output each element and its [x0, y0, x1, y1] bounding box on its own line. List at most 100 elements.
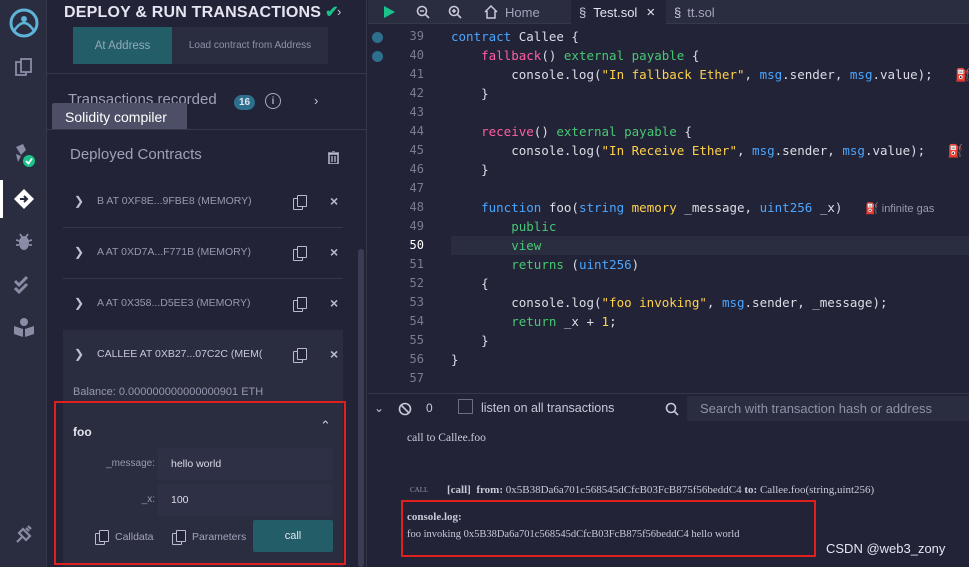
listen-checkbox[interactable]: [458, 399, 473, 414]
icon-rail: [0, 0, 47, 567]
tooltip: Solidity compiler: [52, 103, 187, 130]
line-number: 40: [409, 48, 424, 62]
to-label: to:: [744, 484, 758, 496]
watermark: CSDN @web3_zony: [826, 541, 946, 556]
tab-test-sol-label: Test.sol: [593, 4, 638, 20]
test-icon[interactable]: [0, 268, 47, 302]
chevron-right-icon[interactable]: ›: [337, 4, 341, 19]
divider: [47, 129, 366, 130]
tab-test-sol[interactable]: § Test.sol ×: [571, 0, 666, 24]
solidity-file-icon: §: [674, 4, 682, 20]
divider: [63, 278, 343, 279]
info-icon[interactable]: i: [265, 93, 281, 109]
breakpoint-marker[interactable]: [372, 51, 383, 62]
code-line: console.log("In Receive Ether", msg.send…: [451, 143, 964, 158]
message-input[interactable]: hello world: [158, 448, 333, 480]
copy-icon[interactable]: [293, 348, 307, 363]
remix-logo-icon[interactable]: [0, 2, 47, 44]
call-button[interactable]: call: [253, 520, 333, 552]
zoom-out-icon[interactable]: [416, 0, 430, 24]
deploy-panel: DEPLOY & RUN TRANSACTIONS ✔ › At Address …: [47, 0, 367, 567]
remix-ide-window: DEPLOY & RUN TRANSACTIONS ✔ › At Address …: [0, 0, 969, 567]
listen-label: listen on all transactions: [481, 401, 615, 415]
copy-icon[interactable]: [293, 195, 307, 210]
close-icon[interactable]: ×: [330, 346, 338, 362]
calldata-button[interactable]: Calldata: [95, 530, 154, 545]
code-line: console.log("In fallback Ether", msg.sen…: [451, 67, 969, 82]
tab-tt-sol-label: tt.sol: [687, 4, 715, 20]
close-icon[interactable]: ×: [330, 244, 338, 260]
gas-note: infinite gas: [881, 203, 935, 215]
line-number: 44: [409, 124, 424, 138]
learn-icon[interactable]: [0, 310, 47, 344]
close-icon[interactable]: ×: [646, 4, 655, 21]
breakpoint-marker[interactable]: [372, 32, 383, 43]
code-line: public: [511, 219, 557, 234]
deploy-icon[interactable]: [0, 182, 47, 216]
zoom-in-icon[interactable]: [448, 0, 462, 24]
at-address-button[interactable]: At Address: [73, 27, 172, 64]
debugger-icon[interactable]: [0, 225, 47, 259]
line-number: 52: [409, 276, 424, 290]
line-number: 43: [409, 105, 424, 119]
x-input[interactable]: 100: [158, 484, 333, 516]
compiler-icon[interactable]: [0, 138, 47, 172]
plugin-icon[interactable]: [0, 518, 47, 552]
line-number: 42: [409, 86, 424, 100]
tx-count-badge: 16: [234, 95, 256, 110]
code-line: }: [451, 162, 489, 177]
tab-home-label: Home: [505, 4, 540, 20]
chevron-right-icon[interactable]: ❯: [74, 245, 92, 259]
divider: [63, 227, 343, 228]
home-icon: [484, 5, 498, 19]
search-icon: [665, 402, 679, 416]
editor-tab-bar: Home § Test.sol × § tt.sol: [368, 0, 969, 24]
panel-title: DEPLOY & RUN TRANSACTIONS: [64, 4, 322, 21]
function-name: foo: [73, 425, 92, 439]
line-number: 41: [409, 67, 424, 81]
line-number: 45: [409, 143, 424, 157]
chevron-right-icon[interactable]: ❯: [74, 194, 92, 208]
console-log-label: console.log:: [407, 511, 462, 523]
code-line: {: [451, 276, 489, 291]
code-line: }: [451, 333, 489, 348]
solidity-file-icon: §: [579, 4, 587, 20]
to-value: Callee.foo(string,uint256): [759, 484, 875, 496]
file-explorer-icon[interactable]: [0, 50, 47, 84]
clear-icon[interactable]: [398, 402, 412, 416]
panel-scrollbar[interactable]: [358, 249, 364, 567]
line-number: 55: [409, 333, 424, 347]
chevron-down-icon[interactable]: ❯: [74, 347, 92, 361]
copy-icon[interactable]: [293, 246, 307, 261]
chevron-right-icon[interactable]: ❯: [74, 296, 92, 310]
console-log-output: foo invoking 0x5B38Da6a701c568545dCfcB03…: [407, 529, 740, 540]
line-number: 53: [409, 295, 424, 309]
code-editor[interactable]: 39 40 41 42 43 44 45 46 47 48 49 50 51 5…: [368, 24, 969, 386]
code-line: }: [451, 86, 489, 101]
search-input[interactable]: Search with transaction hash or address: [687, 396, 969, 421]
call-detail: [call] from: 0x5B38Da6a701c568545dCfcB03…: [447, 484, 874, 496]
code-line: returns (uint256): [511, 257, 640, 272]
chevron-right-icon[interactable]: ›: [314, 93, 318, 108]
copy-icon[interactable]: [293, 297, 307, 312]
close-icon[interactable]: ×: [330, 295, 338, 311]
line-number: 56: [409, 352, 424, 366]
parameters-button[interactable]: Parameters: [172, 530, 247, 545]
line-number: 51: [409, 257, 424, 271]
tab-home[interactable]: Home: [484, 0, 564, 24]
terminal-toolbar: ⌄ 0 listen on all transactions Search wi…: [368, 393, 969, 423]
line-number: 57: [409, 371, 424, 385]
call-tag: CALL: [410, 486, 429, 494]
parameters-label: Parameters: [192, 531, 247, 543]
pending-tx-count: 0: [426, 401, 433, 415]
chevron-up-icon[interactable]: ⌃: [320, 418, 331, 434]
close-icon[interactable]: ×: [330, 193, 338, 209]
load-contract-input[interactable]: Load contract from Address: [172, 27, 328, 64]
code-line: receive() external payable {: [481, 124, 692, 139]
collapse-terminal-icon[interactable]: ⌄: [374, 401, 384, 415]
divider: [47, 73, 366, 74]
trash-icon[interactable]: [328, 151, 339, 164]
call-detail-prefix: [call]: [447, 484, 471, 496]
tab-tt-sol[interactable]: § tt.sol: [674, 0, 715, 24]
run-icon[interactable]: [382, 0, 396, 24]
